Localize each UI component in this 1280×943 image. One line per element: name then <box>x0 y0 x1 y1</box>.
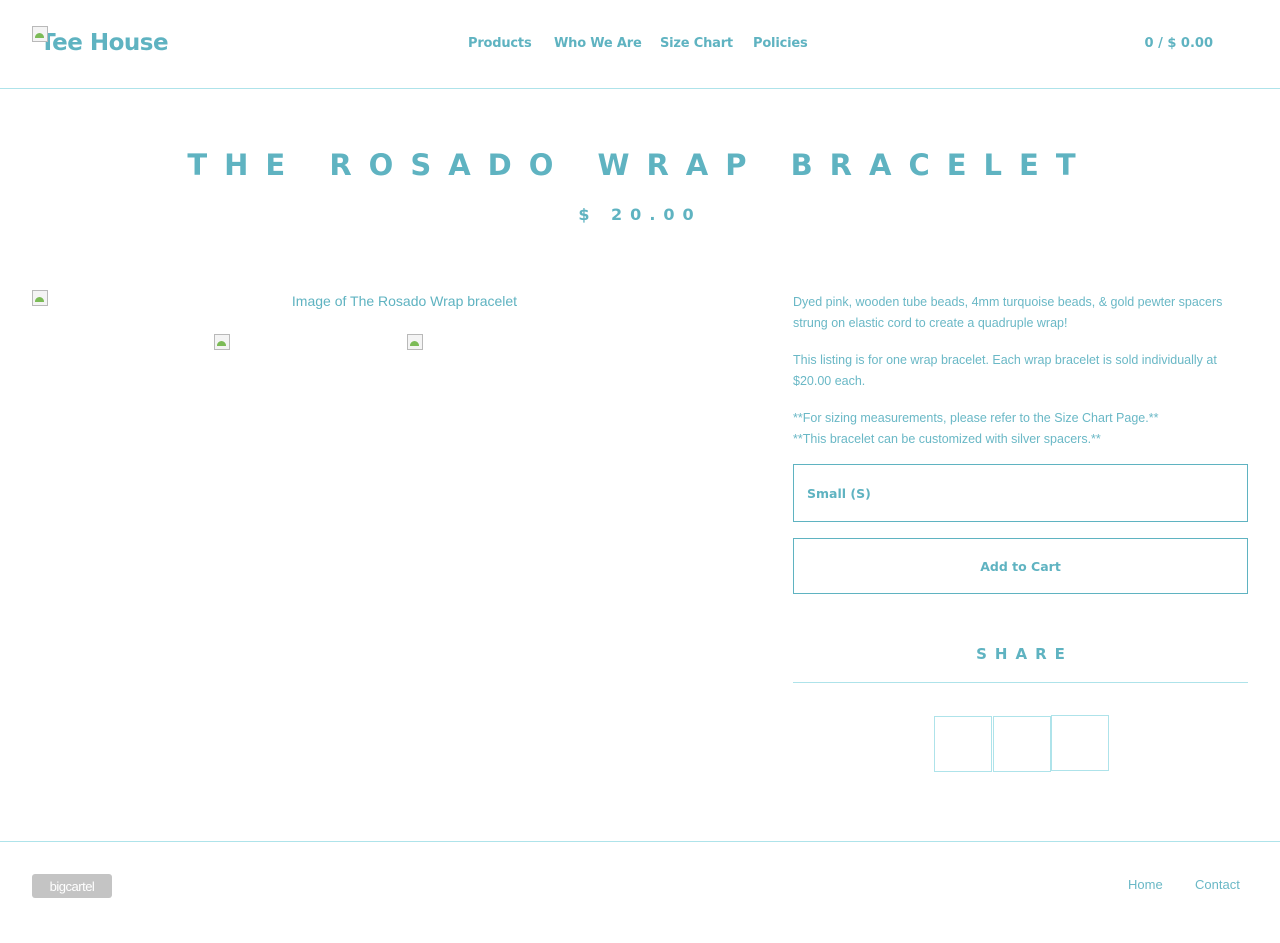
share-twitter-button[interactable] <box>993 716 1051 772</box>
product-image-alt-text: Image of The Rosado Wrap bracelet <box>291 293 518 309</box>
product-price: $ 20.00 <box>578 205 702 224</box>
description-paragraph: Dyed pink, wooden tube beads, 4mm turquo… <box>793 295 1223 330</box>
nav-who-we-are[interactable]: Who We Are <box>554 36 642 51</box>
footer-link-home[interactable]: Home <box>1128 877 1163 892</box>
description-custom-note: **This bracelet can be customized with s… <box>793 432 1101 446</box>
product-thumbnail-2[interactable] <box>407 334 423 350</box>
description-paragraph: This listing is for one wrap bracelet. E… <box>793 353 1217 388</box>
nav-policies[interactable]: Policies <box>753 36 808 51</box>
main-nav: Products Who We Are Size Chart Policies <box>0 36 1280 56</box>
footer-divider <box>0 841 1280 842</box>
product-main-image: Image of The Rosado Wrap bracelet <box>32 290 772 314</box>
size-option-select[interactable]: Small (S) <box>793 464 1248 522</box>
size-option-value: Small (S) <box>807 485 871 501</box>
share-heading: SHARE <box>976 645 1073 663</box>
share-facebook-button[interactable] <box>934 716 992 772</box>
cart-link[interactable]: 0 / $ 0.00 <box>1145 36 1214 51</box>
footer-link-contact[interactable]: Contact <box>1195 877 1240 892</box>
share-pinterest-button[interactable] <box>1051 715 1109 771</box>
bigcartel-badge[interactable]: bigcartel <box>32 874 112 898</box>
site-header: Tee House Products Who We Are Size Chart… <box>0 0 1280 89</box>
product-description: Dyed pink, wooden tube beads, 4mm turquo… <box>793 292 1248 450</box>
nav-products[interactable]: Products <box>468 36 532 51</box>
product-title: THE ROSADO WRAP BRACELET <box>187 148 1093 182</box>
share-divider <box>793 682 1248 683</box>
add-to-cart-button[interactable]: Add to Cart <box>793 538 1248 594</box>
description-sizing-note: **For sizing measurements, please refer … <box>793 411 1159 425</box>
product-thumbnail-1[interactable] <box>214 334 230 350</box>
nav-size-chart[interactable]: Size Chart <box>660 36 733 51</box>
